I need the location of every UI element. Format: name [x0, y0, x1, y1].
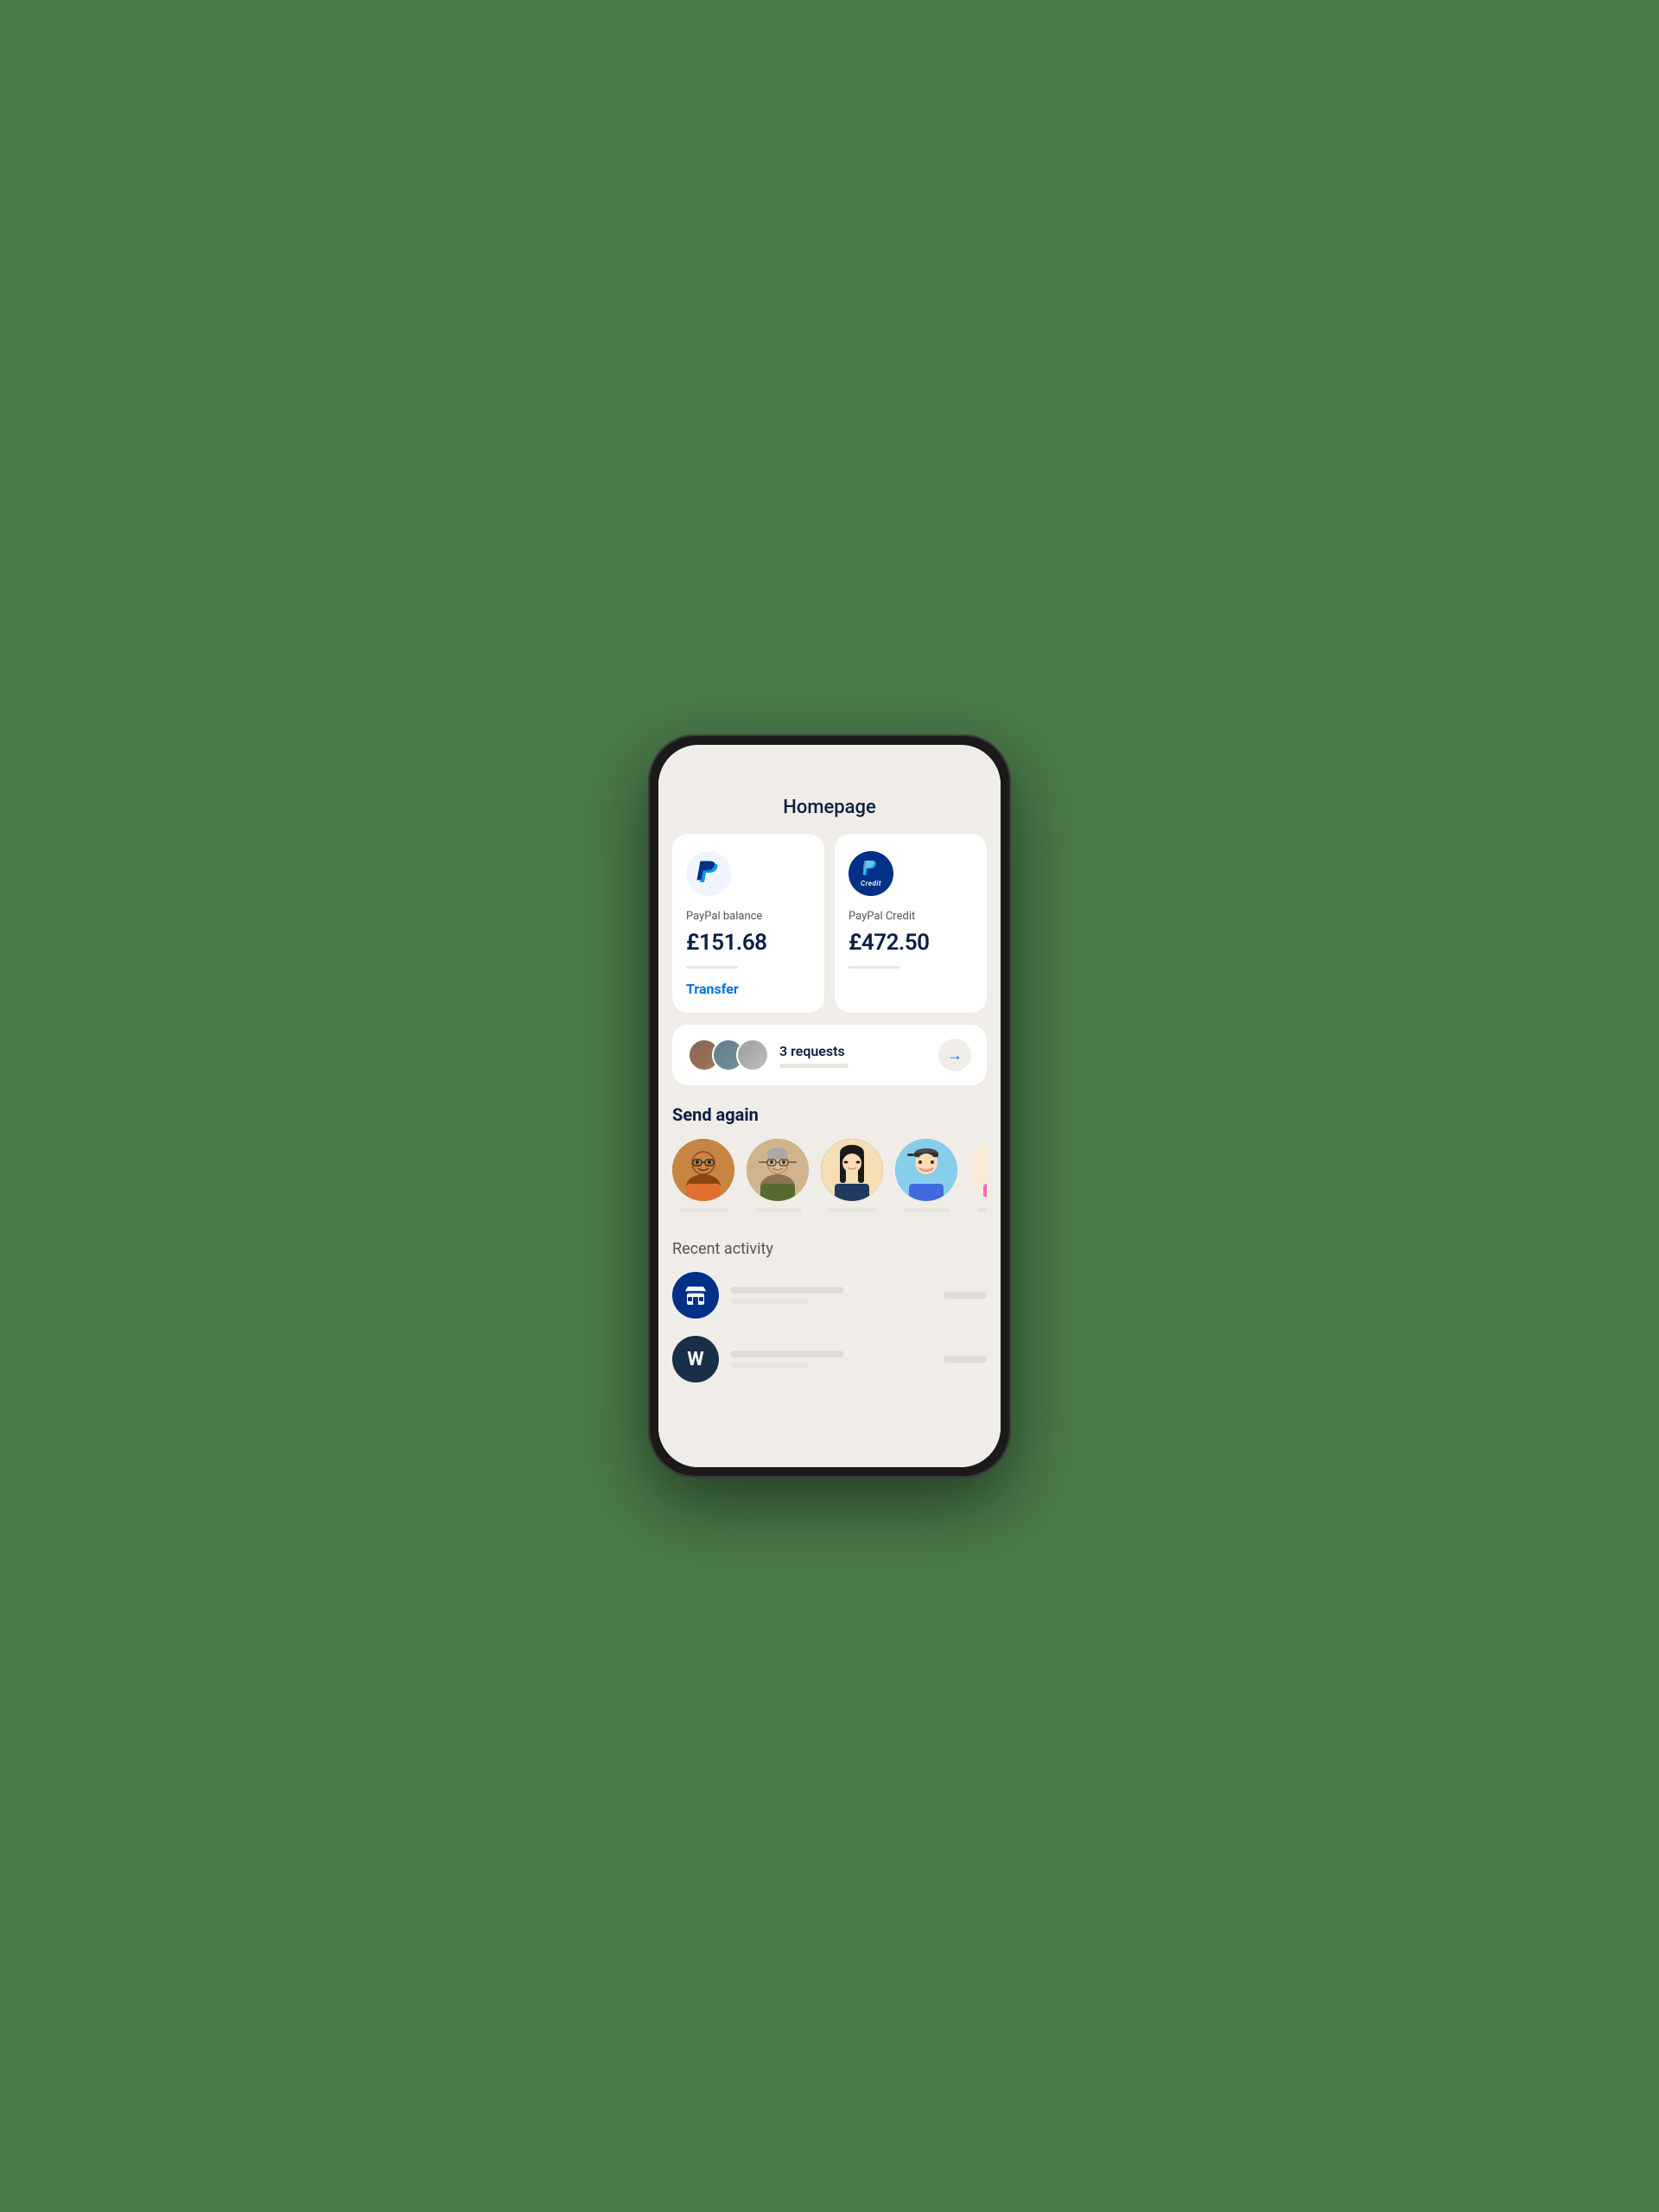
activity-line-2b [731, 1363, 809, 1368]
paypal-balance-card[interactable]: PayPal balance £151.68 Transfer [672, 834, 824, 1013]
person-avatar-5 [969, 1139, 987, 1201]
paypal-credit-card[interactable]: Credit PayPal Credit £472.50 [835, 834, 987, 1013]
activity-icon-store [672, 1272, 719, 1319]
balance-cards-row: PayPal balance £151.68 Transfer [672, 834, 987, 1013]
paypal-logo-icon [696, 858, 721, 889]
activity-text-1 [731, 1287, 931, 1304]
recent-activity-title: Recent activity [672, 1240, 987, 1258]
paypal-credit-icon: Credit [861, 861, 881, 887]
requests-banner[interactable]: 3 requests → [672, 1025, 987, 1085]
send-person-5[interactable] [969, 1139, 987, 1212]
person-avatar-4 [895, 1139, 957, 1201]
main-scroll-area[interactable]: Homepage PayPal balance £151.68 Tr [658, 779, 1001, 1467]
paypal-credit-logo-wrapper: Credit [849, 851, 893, 896]
requests-avatar-stack [688, 1039, 769, 1071]
person-avatar-1 [672, 1139, 734, 1201]
requests-count-label: 3 requests [779, 1043, 928, 1059]
request-avatar-3 [736, 1039, 769, 1071]
activity-initial-w: W [687, 1349, 703, 1370]
activity-amount-1 [944, 1292, 987, 1299]
activity-item-2[interactable]: W [672, 1336, 987, 1382]
requests-arrow-button[interactable]: → [938, 1039, 971, 1071]
paypal-credit-label: PayPal Credit [849, 910, 973, 923]
activity-item-1[interactable] [672, 1272, 987, 1319]
credit-text-label: Credit [861, 880, 881, 887]
send-person-1[interactable] [672, 1139, 734, 1212]
person-name-3 [829, 1208, 876, 1212]
transfer-link[interactable]: Transfer [686, 981, 810, 997]
store-icon [683, 1283, 708, 1307]
phone-device: Homepage PayPal balance £151.68 Tr [648, 734, 1011, 1478]
paypal-credit-amount: £472.50 [849, 930, 973, 956]
activity-line-1b [731, 1299, 809, 1304]
paypal-balance-label: PayPal balance [686, 910, 810, 923]
paypal-balance-amount: £151.68 [686, 930, 810, 956]
person-name-2 [754, 1208, 802, 1212]
send-person-3[interactable] [821, 1139, 883, 1212]
send-again-list [672, 1139, 987, 1216]
person-name-5 [977, 1208, 988, 1212]
page-title: Homepage [672, 797, 987, 818]
person-avatar-3 [821, 1139, 883, 1201]
person-name-4 [903, 1208, 950, 1212]
activity-line-1a [731, 1287, 843, 1294]
send-again-title: Send again [672, 1104, 987, 1125]
activity-text-2 [731, 1351, 931, 1368]
person-avatar-2 [747, 1139, 809, 1201]
activity-amount-2 [944, 1356, 987, 1363]
send-person-4[interactable] [895, 1139, 957, 1212]
paypal-logo-wrapper [686, 851, 731, 896]
requests-text: 3 requests [779, 1043, 928, 1068]
person-name-1 [680, 1208, 728, 1212]
card-divider-2 [849, 966, 900, 969]
activity-line-2a [731, 1351, 843, 1357]
activity-icon-w: W [672, 1336, 719, 1382]
send-person-2[interactable] [747, 1139, 809, 1212]
phone-screen: Homepage PayPal balance £151.68 Tr [658, 745, 1001, 1467]
card-divider [686, 966, 738, 969]
status-bar [658, 745, 1001, 779]
requests-sub-line [779, 1064, 849, 1068]
